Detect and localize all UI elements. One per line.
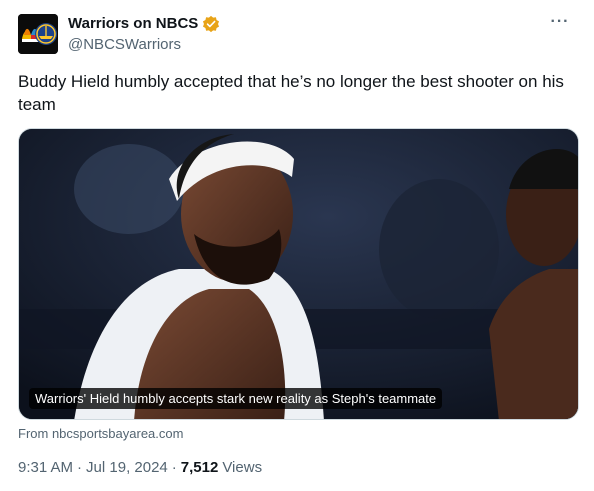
nbcs-warriors-logo-icon: [18, 14, 58, 54]
views-count[interactable]: 7,512: [181, 458, 219, 477]
views-label: Views: [222, 459, 263, 476]
tweet-text: Buddy Hield humbly accepted that he’s no…: [18, 72, 564, 114]
avatar[interactable]: [18, 14, 58, 54]
photo-basketball-player-icon: [19, 129, 578, 419]
tweet-time[interactable]: 9:31 AM: [18, 458, 73, 477]
link-card[interactable]: Warriors' Hield humbly accepts stark new…: [18, 128, 579, 420]
verified-badge-icon: [203, 15, 220, 32]
display-name[interactable]: Warriors on NBCS: [68, 14, 198, 33]
meta-separator: ·: [171, 459, 177, 476]
card-source[interactable]: From nbcsportsbayarea.com: [18, 426, 183, 442]
meta-separator: ·: [77, 459, 83, 476]
card-headline[interactable]: Warriors' Hield humbly accepts stark new…: [29, 388, 443, 409]
more-icon: ···: [550, 13, 570, 30]
more-options-button[interactable]: ···: [548, 12, 572, 32]
account-name-row: Warriors on NBCS: [68, 14, 220, 33]
tweet: Warriors on NBCS @NBCSWarriors ··· Buddy…: [0, 0, 594, 491]
tweet-date[interactable]: Jul 19, 2024: [86, 458, 168, 477]
tweet-meta: 9:31 AM · Jul 19, 2024 · 7,512 Views: [18, 458, 262, 477]
account-handle[interactable]: @NBCSWarriors: [68, 35, 181, 54]
